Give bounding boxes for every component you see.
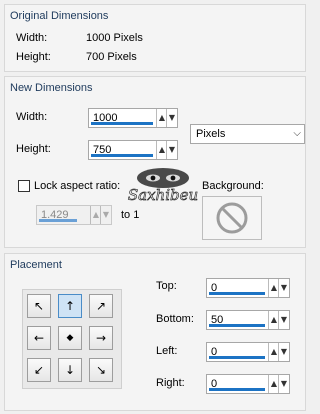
original-width-label: Width:: [16, 32, 48, 44]
placement-title: Placement: [10, 259, 62, 271]
aspect-ratio-bar: [39, 219, 77, 222]
chevron-down-icon: ⌵: [293, 128, 301, 139]
height-progress-bar: [91, 154, 153, 157]
right-progress-bar: [209, 388, 265, 391]
original-height-value: 700 Pixels: [86, 51, 137, 63]
arrow-bottom-left-button[interactable]: ↙: [27, 358, 51, 382]
svg-text:Saxhibeu: Saxhibeu: [128, 186, 198, 204]
new-dimensions-title: New Dimensions: [10, 82, 93, 94]
bottom-label: Bottom:: [156, 313, 194, 325]
top-label: Top:: [156, 280, 177, 292]
top-progress-bar: [209, 292, 265, 295]
height-spinner[interactable]: ▲ ▼: [88, 140, 178, 160]
units-select[interactable]: Pixels ⌵: [190, 124, 305, 144]
top-decrement-icon[interactable]: ▼: [278, 279, 289, 297]
arrow-left-button[interactable]: ←: [27, 326, 51, 350]
watermark-logo: Saxhibeu: [118, 164, 208, 206]
new-width-label: Width:: [16, 111, 48, 123]
units-select-value: Pixels: [196, 128, 226, 140]
lock-aspect-label[interactable]: Lock aspect ratio:: [34, 180, 120, 192]
top-spinner[interactable]: ▲ ▼: [206, 278, 290, 298]
bottom-progress-bar: [209, 324, 265, 327]
background-swatch[interactable]: [202, 196, 262, 240]
arrow-top-button[interactable]: ↑: [58, 294, 82, 318]
height-decrement-icon[interactable]: ▼: [166, 141, 177, 159]
right-spinner[interactable]: ▲ ▼: [206, 374, 290, 394]
left-label: Left:: [156, 345, 178, 357]
ratio-decrement-icon: ▼: [100, 206, 111, 224]
arrow-bottom-button[interactable]: ↓: [58, 358, 82, 382]
original-dimensions-title: Original Dimensions: [10, 10, 109, 22]
bottom-spinner[interactable]: ▲ ▼: [206, 310, 290, 330]
background-label: Background:: [202, 180, 264, 192]
arrow-bottom-right-button[interactable]: ↘: [89, 358, 113, 382]
right-label: Right:: [156, 377, 185, 389]
aspect-ratio-spinner: ▲ ▼: [36, 205, 112, 225]
left-decrement-icon[interactable]: ▼: [278, 343, 289, 361]
no-entry-icon: [216, 202, 248, 234]
arrow-top-right-button[interactable]: ↗: [89, 294, 113, 318]
original-height-label: Height:: [16, 51, 51, 63]
center-button[interactable]: ◆: [58, 326, 82, 350]
left-spinner[interactable]: ▲ ▼: [206, 342, 290, 362]
width-spinner[interactable]: ▲ ▼: [88, 108, 178, 128]
arrow-top-left-button[interactable]: ↖: [27, 294, 51, 318]
left-progress-bar: [209, 356, 265, 359]
arrow-right-button[interactable]: →: [89, 326, 113, 350]
ratio-suffix-label: to 1: [121, 209, 140, 221]
right-decrement-icon[interactable]: ▼: [278, 375, 289, 393]
lock-aspect-checkbox[interactable]: [18, 180, 30, 192]
width-decrement-icon[interactable]: ▼: [166, 109, 177, 127]
new-height-label: Height:: [16, 143, 51, 155]
bottom-decrement-icon[interactable]: ▼: [278, 311, 289, 329]
width-progress-bar: [91, 122, 153, 125]
original-width-value: 1000 Pixels: [86, 32, 143, 44]
